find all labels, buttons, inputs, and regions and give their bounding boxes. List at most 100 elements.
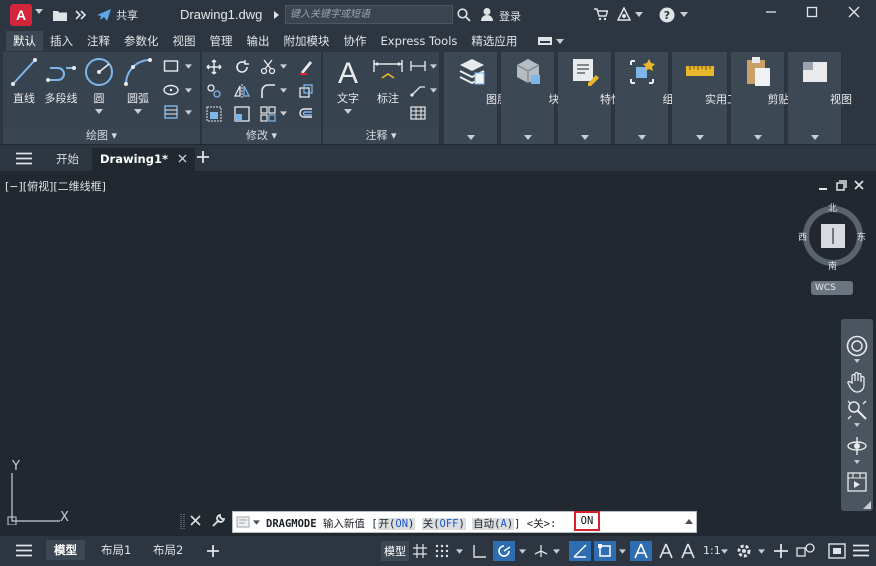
chevron-down-icon[interactable] <box>280 88 287 93</box>
workspace-gear-icon[interactable] <box>735 542 753 560</box>
chevron-down-icon[interactable] <box>619 549 626 554</box>
layout-tab-model[interactable]: 模型 <box>46 540 85 560</box>
add-layout-plus-icon[interactable] <box>206 544 220 558</box>
tab-output[interactable]: 输出 <box>240 31 277 51</box>
maximize-button[interactable] <box>801 4 823 24</box>
text-tool[interactable]: A 文字 <box>333 56 363 114</box>
share-label[interactable]: 共享 <box>116 7 138 23</box>
customization-menu-icon[interactable] <box>853 544 869 557</box>
app-menu-button[interactable]: A <box>10 4 32 26</box>
command-line[interactable]: DRAGMODE 输入新值 [开(ON) 关(OFF) 自动(A)] <关>: <box>232 511 697 533</box>
viewport-close-icon[interactable] <box>854 180 864 190</box>
chevron-down-icon[interactable] <box>854 359 860 363</box>
trim-icon[interactable] <box>260 59 276 75</box>
annotation-visibility-button[interactable] <box>630 541 652 561</box>
properties-panel-button[interactable]: 特性 <box>558 52 622 144</box>
table-icon[interactable] <box>410 106 426 120</box>
ellipse-icon[interactable] <box>163 83 179 97</box>
option-off[interactable]: 关(OFF) <box>421 518 466 530</box>
tab-addins[interactable]: 附加模块 <box>277 31 337 51</box>
search-icon[interactable] <box>457 8 471 22</box>
leader-icon[interactable] <box>410 83 426 97</box>
rectangle-icon[interactable] <box>163 59 179 73</box>
chevron-down-icon[interactable] <box>95 109 103 114</box>
circle-tool[interactable]: 圆 <box>83 56 115 114</box>
array-icon[interactable] <box>260 106 276 122</box>
clipboard-panel-button[interactable]: 剪贴板 <box>731 52 801 144</box>
object-snap-button[interactable] <box>594 541 616 561</box>
chevron-down-icon[interactable] <box>553 549 560 554</box>
hamburger-menu-icon[interactable] <box>16 152 32 165</box>
showmotion-icon[interactable] <box>846 471 868 493</box>
double-chevron-right-icon[interactable] <box>74 9 88 21</box>
copy-icon[interactable] <box>206 83 222 99</box>
steering-wheel-icon[interactable] <box>846 335 868 357</box>
command-input-value[interactable]: ON <box>574 511 600 531</box>
draw-panel-title[interactable]: 绘图 ▾ <box>3 128 200 144</box>
utilities-panel-button[interactable]: 实用工具 <box>672 52 749 144</box>
chevron-down-icon[interactable] <box>185 110 192 115</box>
hamburger-menu-icon[interactable] <box>16 544 32 557</box>
navbar-expand-icon[interactable] <box>863 501 871 509</box>
orbit-icon[interactable] <box>846 435 868 457</box>
folder-icon[interactable] <box>52 8 68 22</box>
chevron-down-icon[interactable] <box>854 423 860 427</box>
rotate-icon[interactable] <box>234 59 250 75</box>
arc-tool[interactable]: 圆弧 <box>121 56 155 114</box>
annotation-panel-title[interactable]: 注释 ▾ <box>323 128 439 144</box>
pan-hand-icon[interactable] <box>847 371 867 393</box>
polyline-tool[interactable]: 多段线 <box>41 56 81 106</box>
block-panel-button[interactable]: 块 <box>501 52 560 144</box>
isodraft-icon[interactable] <box>533 543 549 559</box>
move-icon[interactable] <box>206 59 222 75</box>
compass-south[interactable]: 南 <box>828 259 837 272</box>
tab-insert[interactable]: 插入 <box>43 31 80 51</box>
option-on[interactable]: 开(ON) <box>377 518 416 530</box>
scale-icon[interactable] <box>234 106 250 122</box>
fullscreen-icon[interactable] <box>828 543 846 559</box>
tab-parametric[interactable]: 参数化 <box>117 31 166 51</box>
modify-panel-title[interactable]: 修改 ▾ <box>202 128 321 144</box>
help-icon[interactable]: ? <box>659 7 675 23</box>
chevron-down-icon[interactable] <box>35 9 43 14</box>
plus-icon[interactable] <box>773 543 789 559</box>
stretch-icon[interactable] <box>206 106 222 122</box>
layout-tab-2[interactable]: 布局2 <box>153 542 183 558</box>
linear-dimension-icon[interactable] <box>410 59 426 73</box>
chevron-down-icon[interactable] <box>758 549 765 554</box>
chevron-down-icon[interactable] <box>134 109 142 114</box>
explode-icon[interactable] <box>298 83 314 99</box>
command-line-grip-icon[interactable] <box>180 513 186 530</box>
model-space-button[interactable]: 模型 <box>381 541 409 561</box>
offset-icon[interactable] <box>298 106 314 122</box>
grid-icon[interactable] <box>412 543 428 559</box>
tab-annotate[interactable]: 注释 <box>80 31 117 51</box>
tab-collaborate[interactable]: 协作 <box>337 31 374 51</box>
chevron-down-icon[interactable] <box>680 12 688 17</box>
chevron-down-icon[interactable] <box>280 64 287 69</box>
zoom-extents-icon[interactable] <box>846 399 868 421</box>
viewport-minimize-icon[interactable] <box>818 181 828 191</box>
chevron-down-icon[interactable] <box>280 111 287 116</box>
minimize-button[interactable] <box>760 4 782 24</box>
chevron-down-icon[interactable] <box>185 64 192 69</box>
customize-wrench-icon[interactable] <box>211 513 226 528</box>
compass-west[interactable]: 西 <box>798 230 807 243</box>
chevron-down-icon[interactable] <box>344 109 352 114</box>
chevron-down-icon[interactable] <box>456 549 463 554</box>
tab-express-tools[interactable]: Express Tools <box>374 31 465 51</box>
search-input[interactable]: 键入关键字或短语 <box>285 5 453 24</box>
layers-panel-button[interactable]: 图层 <box>444 52 508 144</box>
annotation-autoscale-icon[interactable] <box>658 543 674 559</box>
isolate-objects-icon[interactable] <box>796 542 816 560</box>
tab-drawing1[interactable]: Drawing1* <box>92 148 195 171</box>
cart-icon[interactable] <box>594 8 608 21</box>
recent-commands-icon[interactable] <box>236 516 250 528</box>
snap-mode-icon[interactable] <box>434 543 450 559</box>
autodesk-connect-icon[interactable] <box>617 7 631 22</box>
compass-east[interactable]: 东 <box>857 230 866 243</box>
tab-default[interactable]: 默认 <box>6 31 43 51</box>
hatch-icon[interactable] <box>163 105 179 119</box>
command-history-up-icon[interactable] <box>685 519 693 524</box>
compass-north[interactable]: 北 <box>828 201 837 214</box>
